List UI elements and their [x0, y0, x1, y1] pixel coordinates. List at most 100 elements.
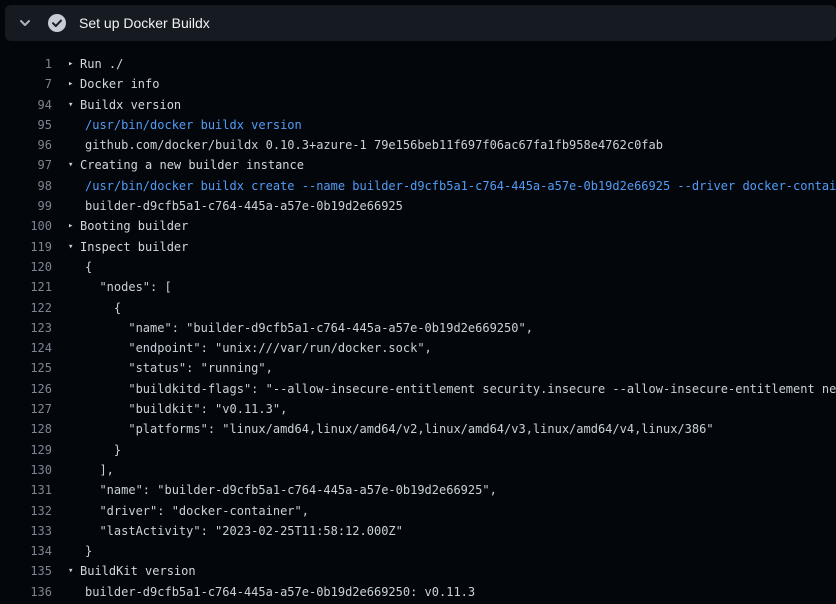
line-number[interactable]: 120 — [0, 257, 52, 277]
log-line: 124 "endpoint": "unix:///var/run/docker.… — [0, 338, 836, 358]
log-line: 131 "name": "builder-d9cfb5a1-c764-445a-… — [0, 480, 836, 500]
check-circle-icon — [47, 13, 67, 33]
group-collapsed-triangle-icon[interactable]: ▸ — [68, 54, 80, 74]
output-text: "buildkitd-flags": "--allow-insecure-ent… — [85, 379, 836, 399]
log-container: 1▸Run ./7▸Docker info94▾Buildx version95… — [0, 41, 836, 602]
log-group-line[interactable]: 119 ▾Inspect builder — [0, 237, 836, 257]
group-line-content[interactable]: ▾Inspect builder — [68, 237, 188, 257]
line-number[interactable]: 95 — [0, 115, 52, 135]
group-expanded-triangle-icon[interactable]: ▾ — [68, 95, 80, 115]
log-group-line[interactable]: 1 ▸Run ./ — [0, 54, 836, 74]
line-number[interactable]: 98 — [0, 176, 52, 196]
output-text: builder-d9cfb5a1-c764-445a-a57e-0b19d2e6… — [85, 582, 475, 602]
group-label: BuildKit version — [80, 561, 196, 581]
line-number[interactable]: 127 — [0, 399, 52, 419]
line-number[interactable]: 129 — [0, 440, 52, 460]
log-line: 127 "buildkit": "v0.11.3", — [0, 399, 836, 419]
group-expanded-triangle-icon[interactable]: ▾ — [68, 155, 80, 175]
line-number[interactable]: 128 — [0, 419, 52, 439]
output-text: builder-d9cfb5a1-c764-445a-a57e-0b19d2e6… — [85, 196, 403, 216]
output-text: "buildkit": "v0.11.3", — [85, 399, 287, 419]
group-collapsed-triangle-icon[interactable]: ▸ — [68, 216, 80, 236]
group-expanded-triangle-icon[interactable]: ▾ — [68, 561, 80, 581]
log-line: 121 "nodes": [ — [0, 277, 836, 297]
log-line: 98/usr/bin/docker buildx create --name b… — [0, 176, 836, 196]
line-number[interactable]: 121 — [0, 277, 52, 297]
line-number[interactable]: 122 — [0, 298, 52, 318]
output-text: github.com/docker/buildx 0.10.3+azure-1 … — [85, 135, 663, 155]
log-line: 132 "driver": "docker-container", — [0, 501, 836, 521]
log-group-line[interactable]: 7 ▸Docker info — [0, 74, 836, 94]
line-number[interactable]: 96 — [0, 135, 52, 155]
log-line: 120 { — [0, 257, 836, 277]
group-collapsed-triangle-icon[interactable]: ▸ — [68, 74, 80, 94]
group-line-content[interactable]: ▾BuildKit version — [68, 561, 196, 581]
log-group-line[interactable]: 94 ▾Buildx version — [0, 95, 836, 115]
output-text: "name": "builder-d9cfb5a1-c764-445a-a57e… — [85, 318, 533, 338]
line-number[interactable]: 130 — [0, 460, 52, 480]
group-line-content[interactable]: ▸Docker info — [68, 74, 159, 94]
step-title: Set up Docker Buildx — [79, 15, 210, 31]
line-number[interactable]: 100 — [0, 216, 52, 236]
log-line: 125 "status": "running", — [0, 358, 836, 378]
log-line: 129 } — [0, 440, 836, 460]
output-text: "name": "builder-d9cfb5a1-c764-445a-a57e… — [85, 480, 497, 500]
log-line: 95/usr/bin/docker buildx version — [0, 115, 836, 135]
output-text: "endpoint": "unix:///var/run/docker.sock… — [85, 338, 432, 358]
line-number[interactable]: 131 — [0, 480, 52, 500]
log-line: 133 "lastActivity": "2023-02-25T11:58:12… — [0, 521, 836, 541]
line-number[interactable]: 132 — [0, 501, 52, 521]
step-header[interactable]: Set up Docker Buildx — [5, 5, 836, 41]
group-line-content[interactable]: ▸Run ./ — [68, 54, 123, 74]
line-number[interactable]: 94 — [0, 95, 52, 115]
log-group-line[interactable]: 100 ▸Booting builder — [0, 216, 836, 236]
log-line: 134} — [0, 541, 836, 561]
line-number[interactable]: 134 — [0, 541, 52, 561]
group-label: Inspect builder — [80, 237, 188, 257]
log-group-line[interactable]: 135 ▾BuildKit version — [0, 561, 836, 581]
group-line-content[interactable]: ▾Buildx version — [68, 95, 181, 115]
line-number[interactable]: 126 — [0, 379, 52, 399]
line-number[interactable]: 125 — [0, 358, 52, 378]
group-label: Run ./ — [80, 54, 123, 74]
output-text: } — [85, 541, 92, 561]
output-text: ], — [85, 460, 114, 480]
group-label: Creating a new builder instance — [80, 155, 304, 175]
log-line: 136 builder-d9cfb5a1-c764-445a-a57e-0b19d… — [0, 582, 836, 602]
group-line-content[interactable]: ▾Creating a new builder instance — [68, 155, 304, 175]
line-number[interactable]: 123 — [0, 318, 52, 338]
output-text: { — [85, 257, 92, 277]
chevron-down-glyph — [17, 15, 33, 31]
output-text: "platforms": "linux/amd64,linux/amd64/v2… — [85, 419, 714, 439]
line-number[interactable]: 99 — [0, 196, 52, 216]
line-number[interactable]: 7 — [0, 74, 52, 94]
group-label: Booting builder — [80, 216, 188, 236]
check-circle-glyph — [47, 13, 67, 33]
output-text: } — [85, 440, 121, 460]
group-expanded-triangle-icon[interactable]: ▾ — [68, 237, 80, 257]
line-number[interactable]: 97 — [0, 155, 52, 175]
group-line-content[interactable]: ▸Booting builder — [68, 216, 188, 236]
output-text: { — [85, 298, 121, 318]
step-set-up-docker-buildx: Set up Docker Buildx 1▸Run ./7▸Docker in… — [0, 5, 836, 602]
output-text: "nodes": [ — [85, 277, 172, 297]
output-text: "driver": "docker-container", — [85, 501, 309, 521]
output-text: "status": "running", — [85, 358, 273, 378]
chevron-down-icon[interactable] — [11, 9, 39, 37]
line-number[interactable]: 124 — [0, 338, 52, 358]
log-line: 126 "buildkitd-flags": "--allow-insecure… — [0, 379, 836, 399]
log-line: 122 { — [0, 298, 836, 318]
line-number[interactable]: 1 — [0, 54, 52, 74]
group-label: Buildx version — [80, 95, 181, 115]
line-number[interactable]: 119 — [0, 237, 52, 257]
line-number[interactable]: 135 — [0, 561, 52, 581]
log-group-line[interactable]: 97 ▾Creating a new builder instance — [0, 155, 836, 175]
log-line: 96 github.com/docker/buildx 0.10.3+azure-… — [0, 135, 836, 155]
output-text: "lastActivity": "2023-02-25T11:58:12.000… — [85, 521, 403, 541]
log-line: 130 ], — [0, 460, 836, 480]
group-label: Docker info — [80, 74, 159, 94]
line-number[interactable]: 133 — [0, 521, 52, 541]
log-line: 99 builder-d9cfb5a1-c764-445a-a57e-0b19d2… — [0, 196, 836, 216]
line-number[interactable]: 136 — [0, 582, 52, 602]
log-line: 128 "platforms": "linux/amd64,linux/amd6… — [0, 419, 836, 439]
